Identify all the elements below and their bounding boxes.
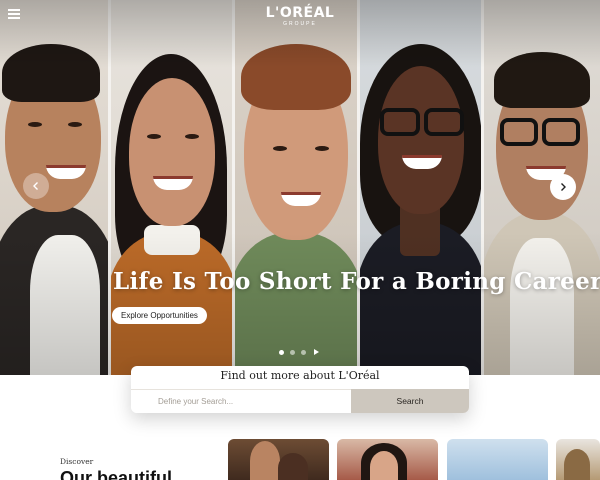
hero-carousel: L'ORÉAL GROUPE Life Is Too Short For a B… (0, 0, 600, 375)
hero-headline: Life Is Too Short For a Boring Career (113, 268, 600, 295)
search-button[interactable]: Search (351, 389, 469, 413)
play-icon[interactable] (314, 349, 319, 355)
discover-title: Our beautiful (60, 468, 172, 480)
carousel-dot-2[interactable] (290, 349, 295, 355)
chevron-right-icon (561, 183, 566, 191)
search-card-title: Find out more about L'Oréal (220, 369, 380, 382)
logo-subtitle: GROUPE (283, 21, 317, 27)
carousel-prev-button[interactable] (23, 173, 49, 199)
carousel-dot-3[interactable] (301, 349, 306, 355)
discover-eyebrow: Discover (60, 457, 94, 466)
discover-card-4[interactable] (556, 439, 600, 480)
page: L'ORÉAL GROUPE Life Is Too Short For a B… (0, 0, 600, 480)
explore-opportunities-button[interactable]: Explore Opportunities (112, 307, 207, 324)
hamburger-menu-icon[interactable] (8, 9, 20, 19)
search-input[interactable] (131, 389, 351, 413)
chevron-left-icon (33, 182, 38, 190)
carousel-next-button[interactable] (550, 174, 576, 200)
discover-card-2[interactable] (337, 439, 438, 480)
logo-brand: L'ORÉAL (265, 5, 335, 21)
discover-card-3[interactable] (447, 439, 548, 480)
carousel-dot-1[interactable] (279, 349, 284, 355)
discover-card-1[interactable] (228, 439, 329, 480)
search-card: Find out more about L'Oréal Search (131, 366, 469, 413)
loreal-logo[interactable]: L'ORÉAL GROUPE (250, 5, 350, 28)
carousel-pagination (279, 349, 319, 355)
